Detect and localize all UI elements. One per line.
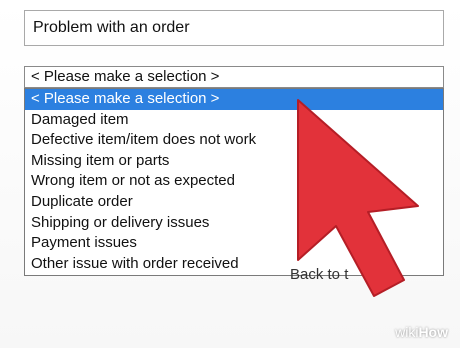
dropdown-option-please-select[interactable]: < Please make a selection > <box>25 89 443 110</box>
dropdown-option-damaged-item[interactable]: Damaged item <box>25 110 443 131</box>
dropdown-option-duplicate-order[interactable]: Duplicate order <box>25 192 443 213</box>
issue-detail-dropdown[interactable]: < Please make a selection > Damaged item… <box>24 88 444 276</box>
dropdown-option-defective-item[interactable]: Defective item/item does not work <box>25 130 443 151</box>
dropdown-option-shipping-issues[interactable]: Shipping or delivery issues <box>25 213 443 234</box>
issue-category-value: Problem with an order <box>33 19 190 36</box>
watermark-logo: wikiHow <box>395 324 448 340</box>
issue-detail-value: < Please make a selection > <box>31 68 220 85</box>
issue-detail-select[interactable]: < Please make a selection > <box>24 66 444 88</box>
back-link[interactable]: Back to t <box>290 266 348 283</box>
dropdown-option-other-issue[interactable]: Other issue with order received <box>25 254 443 275</box>
dropdown-option-wrong-item[interactable]: Wrong item or not as expected <box>25 171 443 192</box>
page: Problem with an order < Please make a se… <box>0 0 460 348</box>
dropdown-option-missing-item[interactable]: Missing item or parts <box>25 151 443 172</box>
watermark-part2: How <box>418 324 448 340</box>
dropdown-option-payment-issues[interactable]: Payment issues <box>25 233 443 254</box>
issue-category-select[interactable]: Problem with an order <box>24 10 444 46</box>
watermark-part1: wiki <box>395 324 419 340</box>
